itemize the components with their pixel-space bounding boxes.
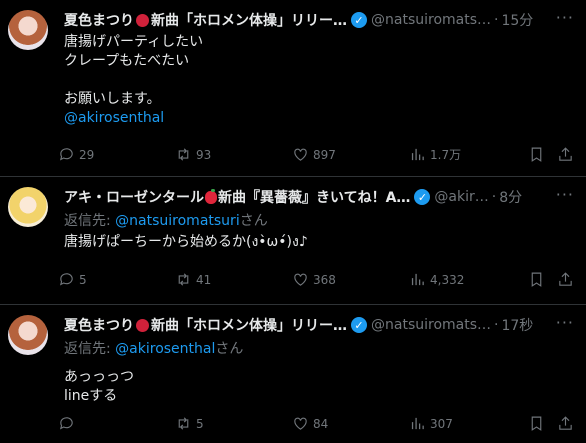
like-count: 368 — [313, 272, 336, 287]
retweet-button[interactable]: 5 — [175, 415, 292, 432]
action-bar: 29 93 897 1.7万 — [58, 146, 574, 163]
avatar[interactable] — [8, 187, 48, 227]
like-button[interactable]: 368 — [292, 271, 409, 288]
more-options-icon[interactable]: ··· — [556, 185, 574, 204]
like-button[interactable]: 897 — [292, 146, 409, 163]
share-icon[interactable] — [557, 415, 574, 432]
tweet-line: あっっっつ — [64, 369, 134, 385]
action-bar: 5 41 368 4,332 — [58, 271, 574, 288]
reply-icon — [59, 148, 73, 161]
red-emoji-icon — [136, 318, 149, 332]
reply-icon — [59, 417, 73, 430]
mention-link[interactable]: @akirosenthal — [64, 109, 570, 128]
heart-icon — [294, 417, 307, 430]
retweet-icon — [178, 417, 189, 430]
reply-mention-link[interactable]: @akirosenthal — [115, 341, 215, 357]
views-chart-icon — [411, 273, 424, 286]
reply-count: 5 — [79, 272, 87, 287]
reply-count: 29 — [79, 147, 95, 162]
views-button[interactable]: 4,332 — [409, 271, 526, 288]
tweet-line: クレープもたべたい — [64, 53, 190, 69]
retweet-count: 41 — [196, 272, 212, 287]
display-name-suffix[interactable]: 新曲「ホロメン体操」リリー… — [151, 10, 347, 30]
more-options-icon[interactable]: ··· — [556, 313, 574, 332]
display-name[interactable]: アキ・ローゼンタール — [64, 187, 204, 207]
tweet-1[interactable]: 夏色まつり 新曲「ホロメン体操」リリー… ✓ @natsuiromats… · … — [0, 0, 586, 177]
views-chart-icon — [411, 148, 424, 161]
tweet-line: お願いします。 — [64, 91, 161, 107]
reply-button[interactable]: 5 — [58, 271, 175, 288]
timestamp[interactable]: 15分 — [501, 10, 533, 30]
verified-badge-icon: ✓ — [414, 189, 431, 205]
tweet-line: 唐揚げパーティしたい — [64, 34, 204, 50]
views-count: 4,332 — [430, 272, 465, 287]
reply-button[interactable]: 29 — [58, 146, 175, 163]
user-handle[interactable]: @natsuiromats… — [371, 12, 491, 28]
like-count: 84 — [313, 416, 329, 431]
user-handle[interactable]: @natsuiromats… — [371, 317, 491, 333]
share-icon[interactable] — [557, 271, 574, 288]
retweet-count: 5 — [196, 416, 204, 431]
retweet-count: 93 — [196, 147, 212, 162]
reply-suffix: さん — [239, 213, 268, 229]
retweet-button[interactable]: 41 — [175, 271, 292, 288]
tweet-text: あっっっつ lineする — [64, 368, 570, 406]
tweet-line: lineする — [64, 388, 118, 404]
tweet-header: アキ・ローゼンタール 新曲『異薔薇』きいてね！A… ✓ @akir… · 8分 — [64, 177, 570, 207]
views-count: 1.7万 — [430, 148, 462, 162]
tweet-header: 夏色まつり 新曲「ホロメン体操」リリー… ✓ @natsuiromats… · … — [64, 0, 570, 30]
views-chart-icon — [411, 417, 424, 430]
reply-context: 返信先: @akirosenthalさん — [64, 338, 570, 358]
timestamp[interactable]: 17秒 — [501, 315, 533, 335]
apple-emoji-icon — [205, 188, 217, 204]
views-button[interactable]: 307 — [409, 415, 526, 432]
action-bar: 5 84 307 — [58, 415, 574, 432]
bookmark-icon[interactable] — [528, 146, 545, 163]
views-button[interactable]: 1.7万 — [409, 146, 526, 163]
reply-prefix: 返信先: — [64, 341, 116, 357]
like-count: 897 — [313, 147, 336, 162]
separator: · — [494, 317, 499, 333]
views-count: 307 — [430, 416, 453, 431]
display-name-suffix[interactable]: 新曲『異薔薇』きいてね！A… — [218, 187, 410, 207]
reply-icon — [59, 273, 73, 286]
retweet-icon — [178, 148, 189, 161]
like-button[interactable]: 84 — [292, 415, 409, 432]
reply-prefix: 返信先: — [64, 213, 116, 229]
retweet-icon — [178, 273, 189, 286]
avatar[interactable] — [8, 315, 48, 355]
tweet-text: 唐揚げぱーちーから始めるか(ง•̀ω•́)ง♪ — [64, 233, 570, 252]
user-handle[interactable]: @akir… — [434, 189, 488, 205]
separator: · — [491, 189, 497, 205]
tweet-header: 夏色まつり 新曲「ホロメン体操」リリー… ✓ @natsuiromats… · … — [64, 305, 570, 335]
display-name-suffix[interactable]: 新曲「ホロメン体操」リリー… — [151, 315, 347, 335]
red-emoji-icon — [136, 13, 149, 27]
heart-icon — [294, 148, 307, 161]
heart-icon — [294, 273, 307, 286]
more-options-icon[interactable]: ··· — [556, 8, 574, 27]
reply-button[interactable] — [58, 415, 175, 432]
verified-badge-icon: ✓ — [351, 12, 367, 28]
reply-mention-link[interactable]: @natsuiromatsuri — [115, 213, 240, 229]
bookmark-icon[interactable] — [528, 271, 545, 288]
share-icon[interactable] — [557, 146, 574, 163]
tweet-line — [64, 71, 570, 90]
separator: · — [494, 12, 499, 28]
retweet-button[interactable]: 93 — [175, 146, 292, 163]
bookmark-icon[interactable] — [528, 415, 545, 432]
display-name[interactable]: 夏色まつり — [64, 315, 134, 335]
timestamp[interactable]: 8分 — [499, 187, 522, 207]
reply-context: 返信先: @natsuiromatsuriさん — [64, 210, 570, 230]
verified-badge-icon: ✓ — [351, 317, 367, 333]
avatar[interactable] — [8, 10, 48, 50]
display-name[interactable]: 夏色まつり — [64, 10, 134, 30]
tweet-line: 唐揚げぱーちーから始めるか(ง•̀ω•́)ง♪ — [64, 234, 308, 250]
reply-suffix: さん — [215, 341, 244, 357]
tweet-text: 唐揚げパーティしたい クレープもたべたい お願いします。 @akirosenth… — [64, 33, 570, 128]
